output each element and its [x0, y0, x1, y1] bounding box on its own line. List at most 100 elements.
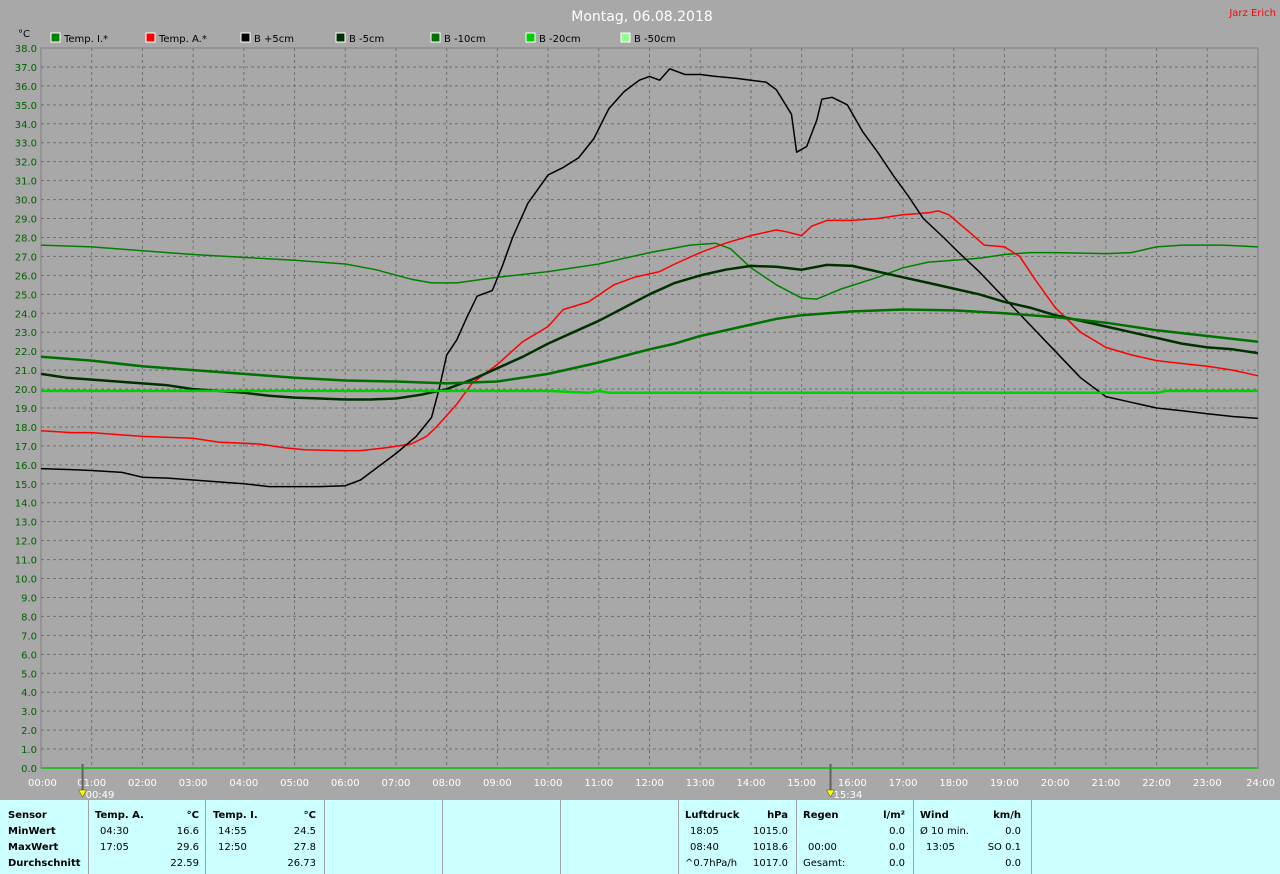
temp-i-header: Temp. I. [213, 810, 258, 821]
y-tick-label: 30.0 [15, 196, 37, 207]
y-tick-label: 12.0 [15, 537, 37, 548]
y-tick-label: 35.0 [15, 101, 37, 112]
x-axis: 00:00 01:00 02:00 03:00 04:00 05:00 06:00 07:00… [28, 778, 1275, 789]
luftdruck-column: Luftdruck hPa 18:05 1015.0 08:40 1018.6 … [679, 800, 797, 874]
temp-a-min-value: 16.6 [176, 826, 199, 837]
legend-item: B +5cm [240, 32, 294, 45]
x-tick-label: 13:00 [686, 778, 715, 789]
wind-max-value: SO 0.1 [987, 842, 1021, 853]
y-unit-label: °C [18, 29, 30, 40]
y-tick-label: 17.0 [15, 442, 37, 453]
y-tick-label: 2.0 [21, 726, 37, 737]
y-tick-label: 28.0 [15, 233, 37, 244]
legend-swatch [240, 32, 251, 43]
regen-column: Regen l/m² 0.0 00:00 0.0 Gesamt: 0.0 [797, 800, 914, 874]
durchschnitt-label: Durchschnitt [8, 858, 81, 869]
y-tick-label: 37.0 [15, 63, 37, 74]
y-tick-label: 1.0 [21, 745, 37, 756]
y-tick-label: 22.0 [15, 347, 37, 358]
legend-item: Temp. I.* [50, 32, 108, 45]
regen-unit: l/m² [883, 810, 905, 821]
stats-labels-column: Sensor MinWert MaxWert Durchschnitt [0, 800, 89, 874]
y-tick-label: 23.0 [15, 328, 37, 339]
legend-swatch [620, 32, 631, 43]
y-tick-label: 20.0 [15, 385, 37, 396]
y-tick-label: 15.0 [15, 480, 37, 491]
y-tick-label: 19.0 [15, 404, 37, 415]
regen-total-label: Gesamt: [803, 858, 846, 869]
marker-label: 00:49 [86, 790, 115, 800]
y-tick-label: 18.0 [15, 423, 37, 434]
temp-i-avg-value: 26.73 [287, 858, 316, 869]
y-tick-label: 34.0 [15, 120, 37, 131]
x-tick-label: 06:00 [331, 778, 360, 789]
y-tick-label: 6.0 [21, 650, 37, 661]
y-tick-label: 5.0 [21, 669, 37, 680]
legend-swatch [430, 32, 441, 43]
sensor-header: Sensor [8, 810, 47, 821]
temp-a-max-time: 17:05 [100, 842, 129, 853]
x-tick-label: 08:00 [432, 778, 461, 789]
temp-a-column: Temp. A. °C 04:30 16.6 17:05 29.6 22.59 [89, 800, 206, 874]
x-tick-label: 04:00 [229, 778, 258, 789]
y-tick-label: 14.0 [15, 499, 37, 510]
x-tick-label: 07:00 [382, 778, 411, 789]
x-tick-label: 17:00 [889, 778, 918, 789]
temp-a-avg-value: 22.59 [170, 858, 199, 869]
regen-value-2: 0.0 [889, 842, 905, 853]
x-tick-label: 20:00 [1041, 778, 1070, 789]
temp-i-max-value: 27.8 [293, 842, 316, 853]
y-tick-label: 16.0 [15, 461, 37, 472]
luftdruck-header: Luftdruck [685, 810, 740, 821]
temp-a-min-time: 04:30 [100, 826, 129, 837]
x-tick-label: 16:00 [838, 778, 867, 789]
y-tick-label: 29.0 [15, 215, 37, 226]
luftdruck-min-time: 18:05 [690, 826, 719, 837]
regen-header: Regen [803, 810, 839, 821]
y-tick-label: 3.0 [21, 707, 37, 718]
legend-label: B -10cm [444, 34, 486, 45]
wind-avg-value: 0.0 [1005, 826, 1021, 837]
y-tick-label: 7.0 [21, 631, 37, 642]
x-tick-label: 05:00 [280, 778, 309, 789]
temp-i-min-value: 24.5 [293, 826, 316, 837]
x-tick-label: 12:00 [635, 778, 664, 789]
x-tick-label: 18:00 [939, 778, 968, 789]
regen-value-1: 0.0 [889, 826, 905, 837]
y-tick-label: 24.0 [15, 309, 37, 320]
legend-label: B -20cm [539, 34, 581, 45]
y-tick-label: 21.0 [15, 366, 37, 377]
wind-unit: km/h [993, 810, 1021, 821]
luftdruck-max-value: 1018.6 [753, 842, 788, 853]
legend-item: Temp. A.* [145, 32, 207, 45]
temperature-chart: Montag, 06.08.2018 Jarz Erich °C Temp. I… [15, 8, 1276, 800]
luftdruck-min-value: 1015.0 [753, 826, 788, 837]
empty-column-1 [325, 800, 443, 874]
empty-column-2 [443, 800, 561, 874]
x-tick-label: 24:00 [1246, 778, 1275, 789]
regen-total-value: 0.0 [889, 858, 905, 869]
x-tick-label: 19:00 [990, 778, 1019, 789]
regen-time: 00:00 [808, 842, 837, 853]
y-tick-label: 8.0 [21, 612, 37, 623]
x-tick-label: 03:00 [179, 778, 208, 789]
y-tick-label: 0.0 [21, 764, 37, 775]
chart-title: Montag, 06.08.2018 [571, 9, 713, 25]
legend-item: B -10cm [430, 32, 486, 45]
x-tick-label: 14:00 [737, 778, 766, 789]
minwert-label: MinWert [8, 826, 56, 837]
luftdruck-max-time: 08:40 [690, 842, 719, 853]
x-tick-label: 10:00 [534, 778, 563, 789]
temp-a-header: Temp. A. [95, 810, 144, 821]
x-tick-label: 09:00 [483, 778, 512, 789]
temp-i-max-time: 12:50 [218, 842, 247, 853]
y-tick-label: 10.0 [15, 575, 37, 586]
x-tick-label: 22:00 [1142, 778, 1171, 789]
y-tick-label: 27.0 [15, 252, 37, 263]
maxwert-label: MaxWert [8, 842, 59, 853]
marker-label: 15:34 [834, 790, 863, 800]
legend-swatch [335, 32, 346, 43]
legend-item: B -5cm [335, 32, 384, 45]
wind-column: Wind km/h Ø 10 min. 0.0 13:05 SO 0.1 0.0 [914, 800, 1032, 874]
legend-label: B -5cm [349, 34, 384, 45]
